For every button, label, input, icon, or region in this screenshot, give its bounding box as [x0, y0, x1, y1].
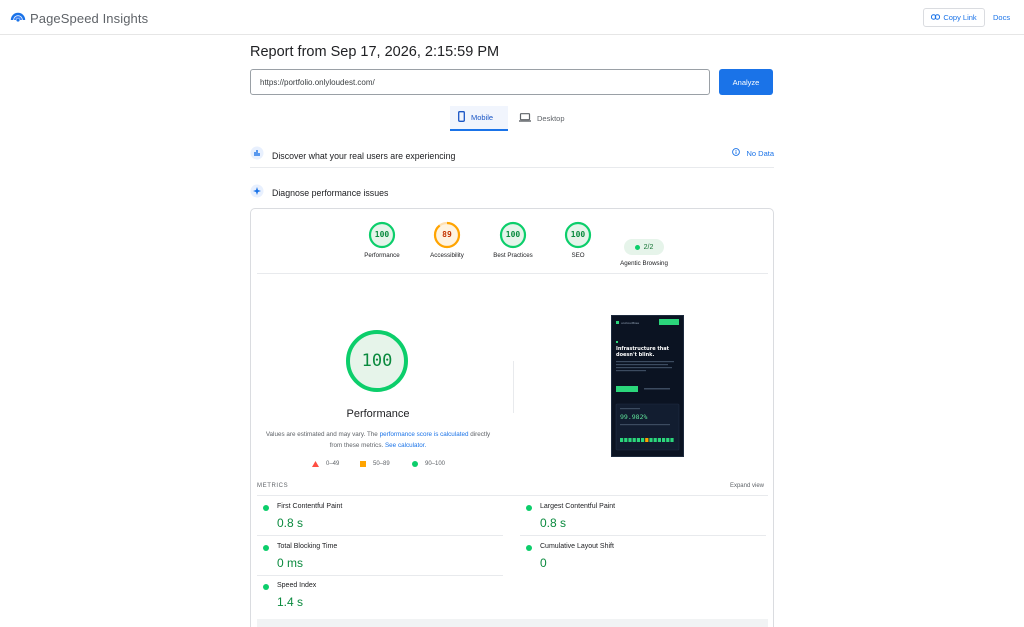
lighthouse-report-card: 100 Performance 89 Accessibility 100 Bes…: [250, 208, 774, 627]
laptop-icon: [519, 113, 531, 124]
metric-name: First Contentful Paint: [277, 503, 343, 510]
pass-dot-icon: [526, 545, 532, 551]
score-calculated-link[interactable]: performance score is calculated: [380, 431, 469, 438]
expand-view-toggle[interactable]: Expand view: [730, 483, 764, 489]
field-data-section[interactable]: Discover what your real users are experi…: [250, 144, 774, 168]
metrics-header: METRICS Expand view: [257, 482, 768, 496]
preview-brand: uncloudtree: [621, 321, 639, 325]
performance-score: 100: [361, 351, 393, 371]
pass-dot-icon: [263, 545, 269, 551]
no-data-label: No Data: [746, 148, 774, 158]
gauge-score: 100: [570, 230, 586, 239]
vertical-divider: [513, 361, 514, 413]
metric-value: 0 ms: [277, 556, 304, 570]
agentic-browsing-badge[interactable]: 2/2: [624, 239, 664, 255]
metric-fcp: First Contentful Paint 0.8 s: [257, 497, 503, 536]
tab-desktop-label: Desktop: [537, 114, 565, 123]
tab-mobile[interactable]: Mobile: [450, 106, 508, 131]
metric-name: Speed Index: [277, 582, 317, 589]
metric-value: 1.4 s: [277, 595, 304, 609]
agentic-label: Agentic Browsing: [620, 260, 668, 267]
metric-value: 0.8 s: [277, 516, 304, 530]
category-gauges: 100 Performance 89 Accessibility 100 Bes…: [251, 221, 773, 277]
see-calculator-link[interactable]: See calculator.: [385, 442, 426, 449]
agentic-value: 2/2: [643, 243, 654, 251]
metric-value: 0: [540, 556, 547, 570]
lab-data-section: Diagnose performance issues: [250, 184, 774, 202]
report-title: Report from Sep 17, 2026, 2:15:59 PM: [250, 44, 500, 60]
docs-link[interactable]: Docs: [993, 13, 1010, 22]
final-screenshot[interactable]: uncloudtree Infrastructure that doesn't …: [611, 315, 684, 457]
triangle-icon: [312, 461, 319, 467]
pass-dot-icon: [634, 244, 640, 250]
smartphone-icon: [458, 111, 465, 124]
url-input[interactable]: [250, 69, 710, 95]
legend-average: 50–89: [360, 461, 390, 467]
performance-title: Performance: [346, 408, 410, 420]
tab-mobile-label: Mobile: [471, 113, 494, 122]
app-name: PageSpeed Insights: [30, 11, 149, 26]
metrics-title: METRICS: [257, 483, 289, 489]
analyze-button[interactable]: Analyze: [719, 69, 773, 95]
pagespeed-logo-icon: [10, 9, 26, 28]
metric-lcp: Largest Contentful Paint 0.8 s: [520, 497, 766, 536]
performance-note: Values are estimated and may vary. The p…: [265, 430, 491, 451]
metric-name: Cumulative Layout Shift: [540, 543, 614, 550]
treemap-toolbar: [257, 619, 768, 627]
site-preview-image: uncloudtree Infrastructure that doesn't …: [612, 316, 683, 456]
lab-data-title: Diagnose performance issues: [272, 188, 389, 198]
copy-link-label: Copy Link: [943, 13, 977, 22]
top-bar: PageSpeed Insights Copy Link Docs: [0, 0, 1024, 35]
users-icon: [250, 146, 264, 165]
note-text: Values are estimated and may vary. The: [265, 431, 380, 438]
pass-dot-icon: [263, 505, 269, 511]
square-icon: [360, 461, 366, 467]
diagnose-icon: [250, 184, 264, 203]
performance-score-gauge: 100: [345, 329, 409, 393]
metric-name: Total Blocking Time: [277, 543, 338, 550]
legend-range: 50–89: [373, 461, 390, 467]
divider: [257, 273, 768, 274]
info-icon: [732, 148, 741, 158]
metric-name: Largest Contentful Paint: [540, 503, 616, 510]
preview-headline-2: doesn't blink.: [616, 352, 654, 358]
legend-fail: 0–49: [312, 461, 339, 467]
metric-value: 0.8 s: [540, 516, 567, 530]
pass-dot-icon: [526, 505, 532, 511]
legend-pass: 90–100: [412, 461, 445, 467]
legend-range: 0–49: [326, 461, 340, 467]
metric-tbt: Total Blocking Time 0 ms: [257, 537, 503, 576]
legend-range: 90–100: [425, 461, 446, 467]
metric-cls: Cumulative Layout Shift 0: [520, 537, 766, 576]
pass-dot-icon: [263, 584, 269, 590]
tab-desktop[interactable]: Desktop: [511, 106, 573, 131]
field-data-title: Discover what your real users are experi…: [272, 150, 456, 161]
metric-speed-index: Speed Index 1.4 s: [257, 576, 503, 615]
link-icon: [931, 13, 941, 22]
gauge-label: SEO: [571, 252, 585, 259]
brand[interactable]: PageSpeed Insights: [10, 9, 148, 28]
preview-uptime: 99.982%: [620, 413, 647, 421]
copy-link-button[interactable]: Copy Link: [923, 8, 985, 27]
gauge-seo[interactable]: 100 SEO: [538, 221, 618, 259]
circle-icon: [412, 461, 418, 467]
no-data-status[interactable]: No Data: [732, 148, 774, 158]
